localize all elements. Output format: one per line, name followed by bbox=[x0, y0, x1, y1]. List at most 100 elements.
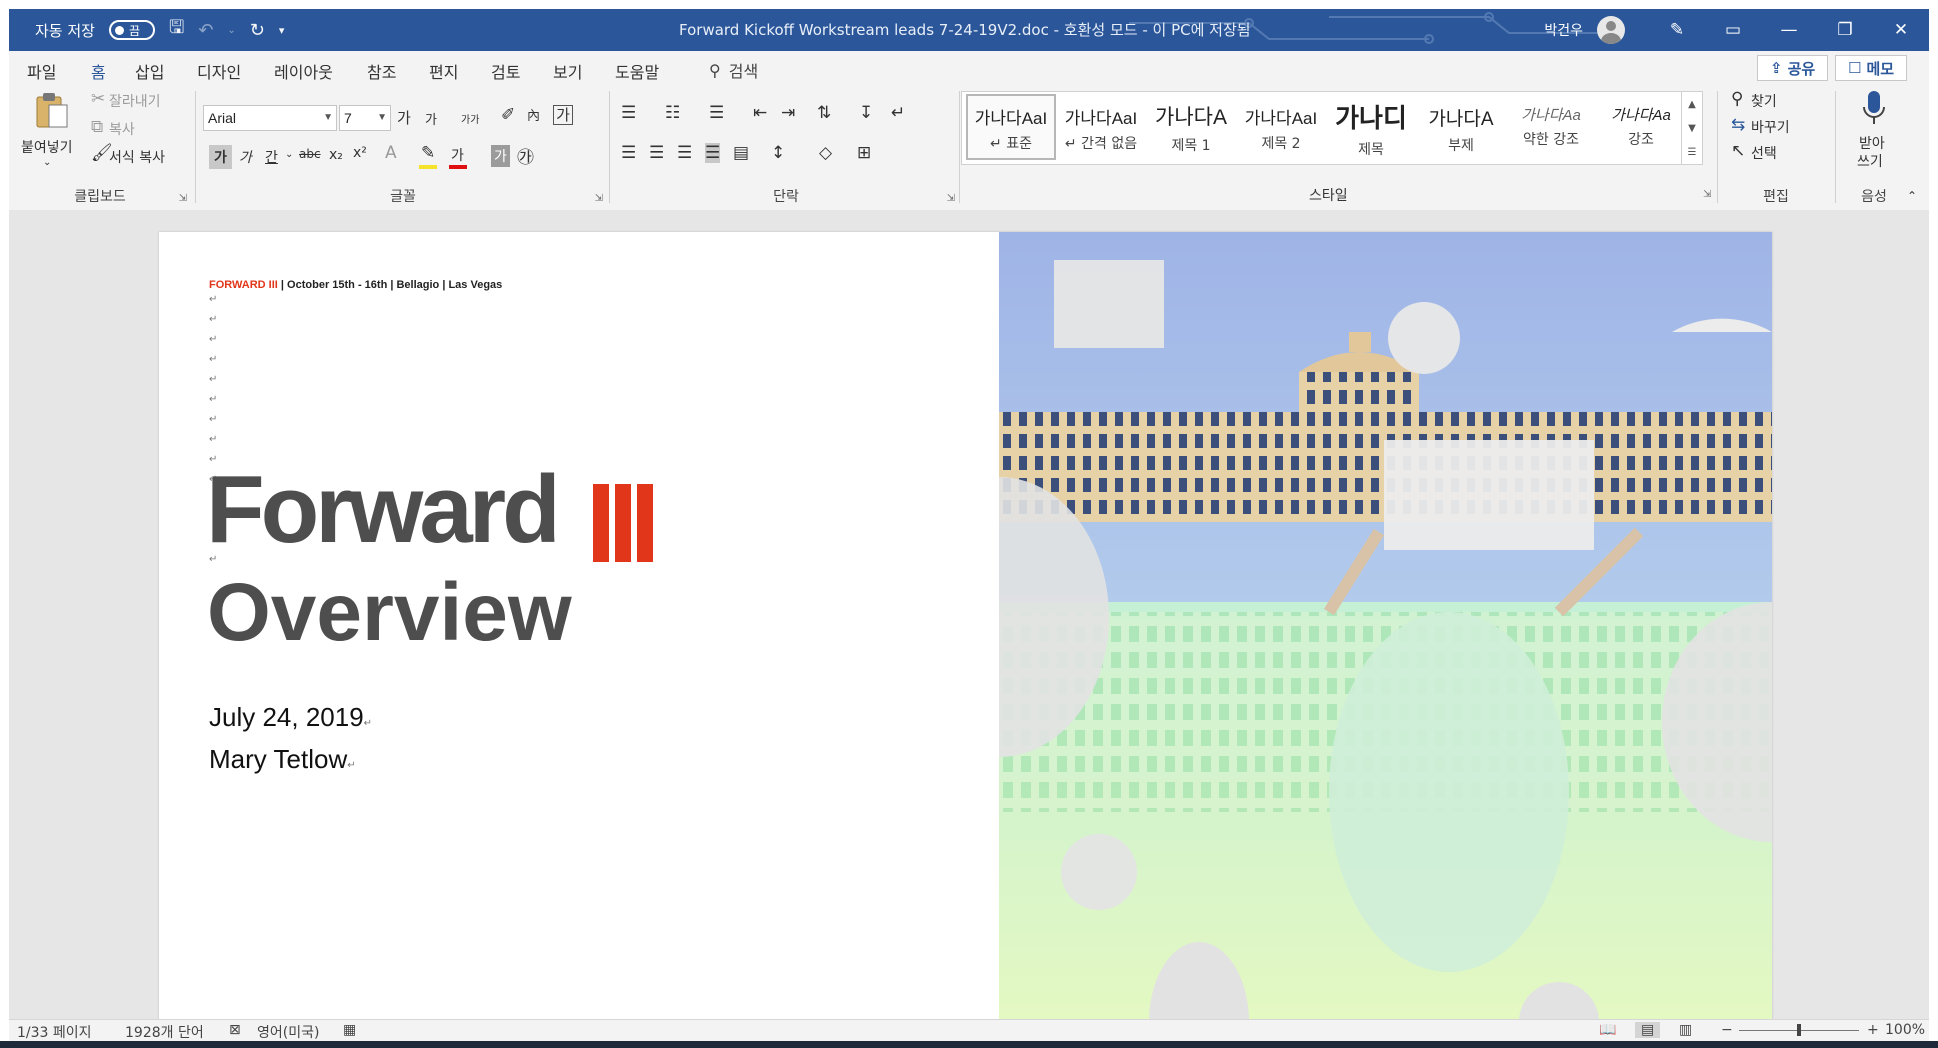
undo-dropdown-icon[interactable]: ⌄ bbox=[227, 25, 235, 36]
comments-button[interactable]: ☐ 메모 bbox=[1835, 55, 1908, 81]
web-layout-icon[interactable]: ▥ bbox=[1679, 1022, 1692, 1038]
tab-review[interactable]: 검토 bbox=[491, 59, 520, 83]
minimize-button[interactable]: — bbox=[1761, 9, 1817, 51]
tab-mailings[interactable]: 편지 bbox=[429, 59, 458, 83]
tab-layout[interactable]: 레이아웃 bbox=[274, 59, 333, 83]
grow-font-button[interactable]: 가 bbox=[397, 107, 411, 128]
redo-icon[interactable]: ↻ bbox=[250, 20, 265, 41]
close-button[interactable]: ✕ bbox=[1873, 9, 1929, 51]
copy-label[interactable]: 복사 bbox=[109, 119, 135, 139]
numbering-icon[interactable]: ☷ bbox=[665, 103, 680, 123]
style-subtle-emphasis[interactable]: 가나다Aa 약한 강조 bbox=[1508, 96, 1594, 158]
find-label[interactable]: 찾기 bbox=[1751, 91, 1777, 111]
style-no-spacing[interactable]: 가나다AaI ↵ 간격 없음 bbox=[1058, 96, 1144, 158]
dictate-label-2[interactable]: 쓰기 bbox=[1857, 151, 1883, 171]
align-center-icon[interactable]: ☰ bbox=[649, 143, 664, 163]
cut-icon[interactable]: ✂ bbox=[91, 89, 105, 109]
undo-icon[interactable]: ↶ bbox=[198, 20, 213, 41]
microphone-icon[interactable] bbox=[1861, 89, 1887, 127]
replace-label[interactable]: 바꾸기 bbox=[1751, 117, 1790, 137]
tab-design[interactable]: 디자인 bbox=[197, 59, 241, 83]
style-heading-1[interactable]: 가나다A 제목 1 bbox=[1148, 96, 1234, 158]
text-direction-icon[interactable]: ⇅ bbox=[817, 103, 831, 123]
user-name[interactable]: 박건우 bbox=[1544, 20, 1583, 40]
phonetic-guide-icon[interactable]: 內 bbox=[527, 105, 540, 124]
subscript-icon[interactable]: x₂ bbox=[329, 147, 343, 163]
tab-home[interactable]: 홈 bbox=[91, 59, 106, 89]
change-case-button[interactable]: 가가 bbox=[461, 111, 479, 126]
style-subtitle[interactable]: 가나다A 부제 bbox=[1418, 96, 1504, 158]
more-styles-icon[interactable]: ☰ bbox=[1688, 147, 1697, 158]
tab-references[interactable]: 참조 bbox=[367, 59, 396, 83]
tab-file[interactable]: 파일 bbox=[27, 59, 56, 83]
styles-scroll[interactable]: ▲ ▼ ☰ bbox=[1681, 92, 1702, 164]
dictate-label-1[interactable]: 받아 bbox=[1859, 133, 1885, 153]
customize-qat-icon[interactable]: ▾ bbox=[279, 24, 285, 37]
font-name-select[interactable]: Arial ▼ bbox=[203, 105, 337, 131]
paste-label[interactable]: 붙여넣기 bbox=[21, 137, 73, 157]
styles-launcher-icon[interactable]: ⇲ bbox=[1703, 189, 1711, 200]
zoom-in-icon[interactable]: + bbox=[1867, 1022, 1879, 1038]
read-mode-icon[interactable]: 📖 bbox=[1599, 1022, 1616, 1038]
style-emphasis[interactable]: 가나다Aa 강조 bbox=[1598, 96, 1684, 158]
underline-button[interactable]: 간 bbox=[265, 147, 278, 167]
autosave-toggle[interactable]: 끔 bbox=[108, 20, 155, 40]
shrink-font-button[interactable]: 가 bbox=[425, 109, 437, 128]
ribbon-display-icon[interactable]: ▭ bbox=[1705, 9, 1761, 51]
document-page[interactable]: FORWARD III | October 15th - 16th | Bell… bbox=[159, 232, 1772, 1022]
copy-icon[interactable]: ⧉ bbox=[91, 117, 103, 137]
bold-button[interactable]: 가 bbox=[209, 145, 232, 169]
avatar[interactable] bbox=[1597, 16, 1625, 44]
find-icon[interactable]: ⚲ bbox=[1731, 89, 1743, 109]
style-heading-2[interactable]: 가나다AaI 제목 2 bbox=[1238, 96, 1324, 158]
pen-icon[interactable]: ✎ bbox=[1649, 9, 1705, 51]
highlight-icon[interactable]: ✎ bbox=[421, 143, 435, 163]
enclose-char-icon[interactable]: ㉮ bbox=[517, 143, 534, 168]
bullets-icon[interactable]: ☰ bbox=[621, 103, 636, 123]
zoom-level[interactable]: 100% bbox=[1885, 1022, 1925, 1038]
language-indicator[interactable]: 영어(미국) bbox=[257, 1022, 319, 1041]
macro-record-icon[interactable]: ▦ bbox=[343, 1022, 356, 1038]
select-label[interactable]: 선택 bbox=[1751, 143, 1777, 163]
proofing-icon[interactable]: ⊠ bbox=[229, 1022, 241, 1038]
style-title[interactable]: 가나디 제목 bbox=[1328, 96, 1414, 158]
cut-label[interactable]: 잘라내기 bbox=[109, 91, 161, 111]
distributed-icon[interactable]: ▤ bbox=[733, 143, 749, 163]
shading-icon[interactable]: ◇ bbox=[819, 143, 832, 163]
format-painter-label[interactable]: 서식 복사 bbox=[109, 147, 165, 167]
borders-icon[interactable]: ⊞ bbox=[857, 143, 871, 163]
search-box[interactable]: ⚲ 검색 bbox=[709, 58, 758, 82]
print-layout-icon[interactable]: ▤ bbox=[1635, 1022, 1661, 1038]
chevron-down-icon[interactable]: ▼ bbox=[1688, 123, 1696, 134]
document-canvas[interactable]: FORWARD III | October 15th - 16th | Bell… bbox=[9, 210, 1929, 1022]
zoom-slider-thumb[interactable] bbox=[1797, 1024, 1801, 1036]
char-shading-button[interactable]: 가 bbox=[491, 145, 510, 167]
font-size-select[interactable]: 7 ▼ bbox=[339, 105, 391, 131]
sort-icon[interactable]: ↧ bbox=[859, 103, 873, 123]
underline-dropdown-icon[interactable]: ⌄ bbox=[285, 149, 293, 160]
tab-help[interactable]: 도움말 bbox=[615, 59, 659, 83]
select-icon[interactable]: ↖ bbox=[1731, 141, 1745, 161]
font-color-button[interactable]: 가 bbox=[451, 145, 464, 165]
align-left-icon[interactable]: ☰ bbox=[621, 143, 636, 163]
superscript-icon[interactable]: x² bbox=[353, 145, 367, 161]
font-launcher-icon[interactable]: ⇲ bbox=[595, 193, 603, 204]
style-normal[interactable]: 가나다AaI ↵ 표준 bbox=[966, 94, 1056, 160]
clear-format-icon[interactable]: ✐ bbox=[501, 105, 515, 125]
decrease-indent-icon[interactable]: ⇤ bbox=[753, 103, 767, 123]
chevron-up-icon[interactable]: ▲ bbox=[1688, 99, 1696, 110]
page-count[interactable]: 1/33 페이지 bbox=[17, 1022, 92, 1041]
tab-view[interactable]: 보기 bbox=[553, 59, 582, 83]
collapse-ribbon-icon[interactable]: ⌃ bbox=[1907, 189, 1917, 203]
tab-insert[interactable]: 삽입 bbox=[135, 59, 164, 83]
paste-dropdown-icon[interactable]: ⌄ bbox=[43, 157, 51, 168]
align-right-icon[interactable]: ☰ bbox=[677, 143, 692, 163]
text-effects-icon[interactable]: A bbox=[385, 143, 397, 163]
line-spacing-icon[interactable]: ↕ bbox=[771, 143, 785, 163]
share-button[interactable]: ⇪ 공유 bbox=[1757, 55, 1829, 81]
char-border-icon[interactable]: 가 bbox=[553, 105, 573, 125]
italic-button[interactable]: 가 bbox=[239, 147, 252, 167]
paste-icon[interactable] bbox=[33, 91, 71, 131]
increase-indent-icon[interactable]: ⇥ bbox=[781, 103, 795, 123]
show-marks-icon[interactable]: ↵ bbox=[891, 103, 905, 123]
